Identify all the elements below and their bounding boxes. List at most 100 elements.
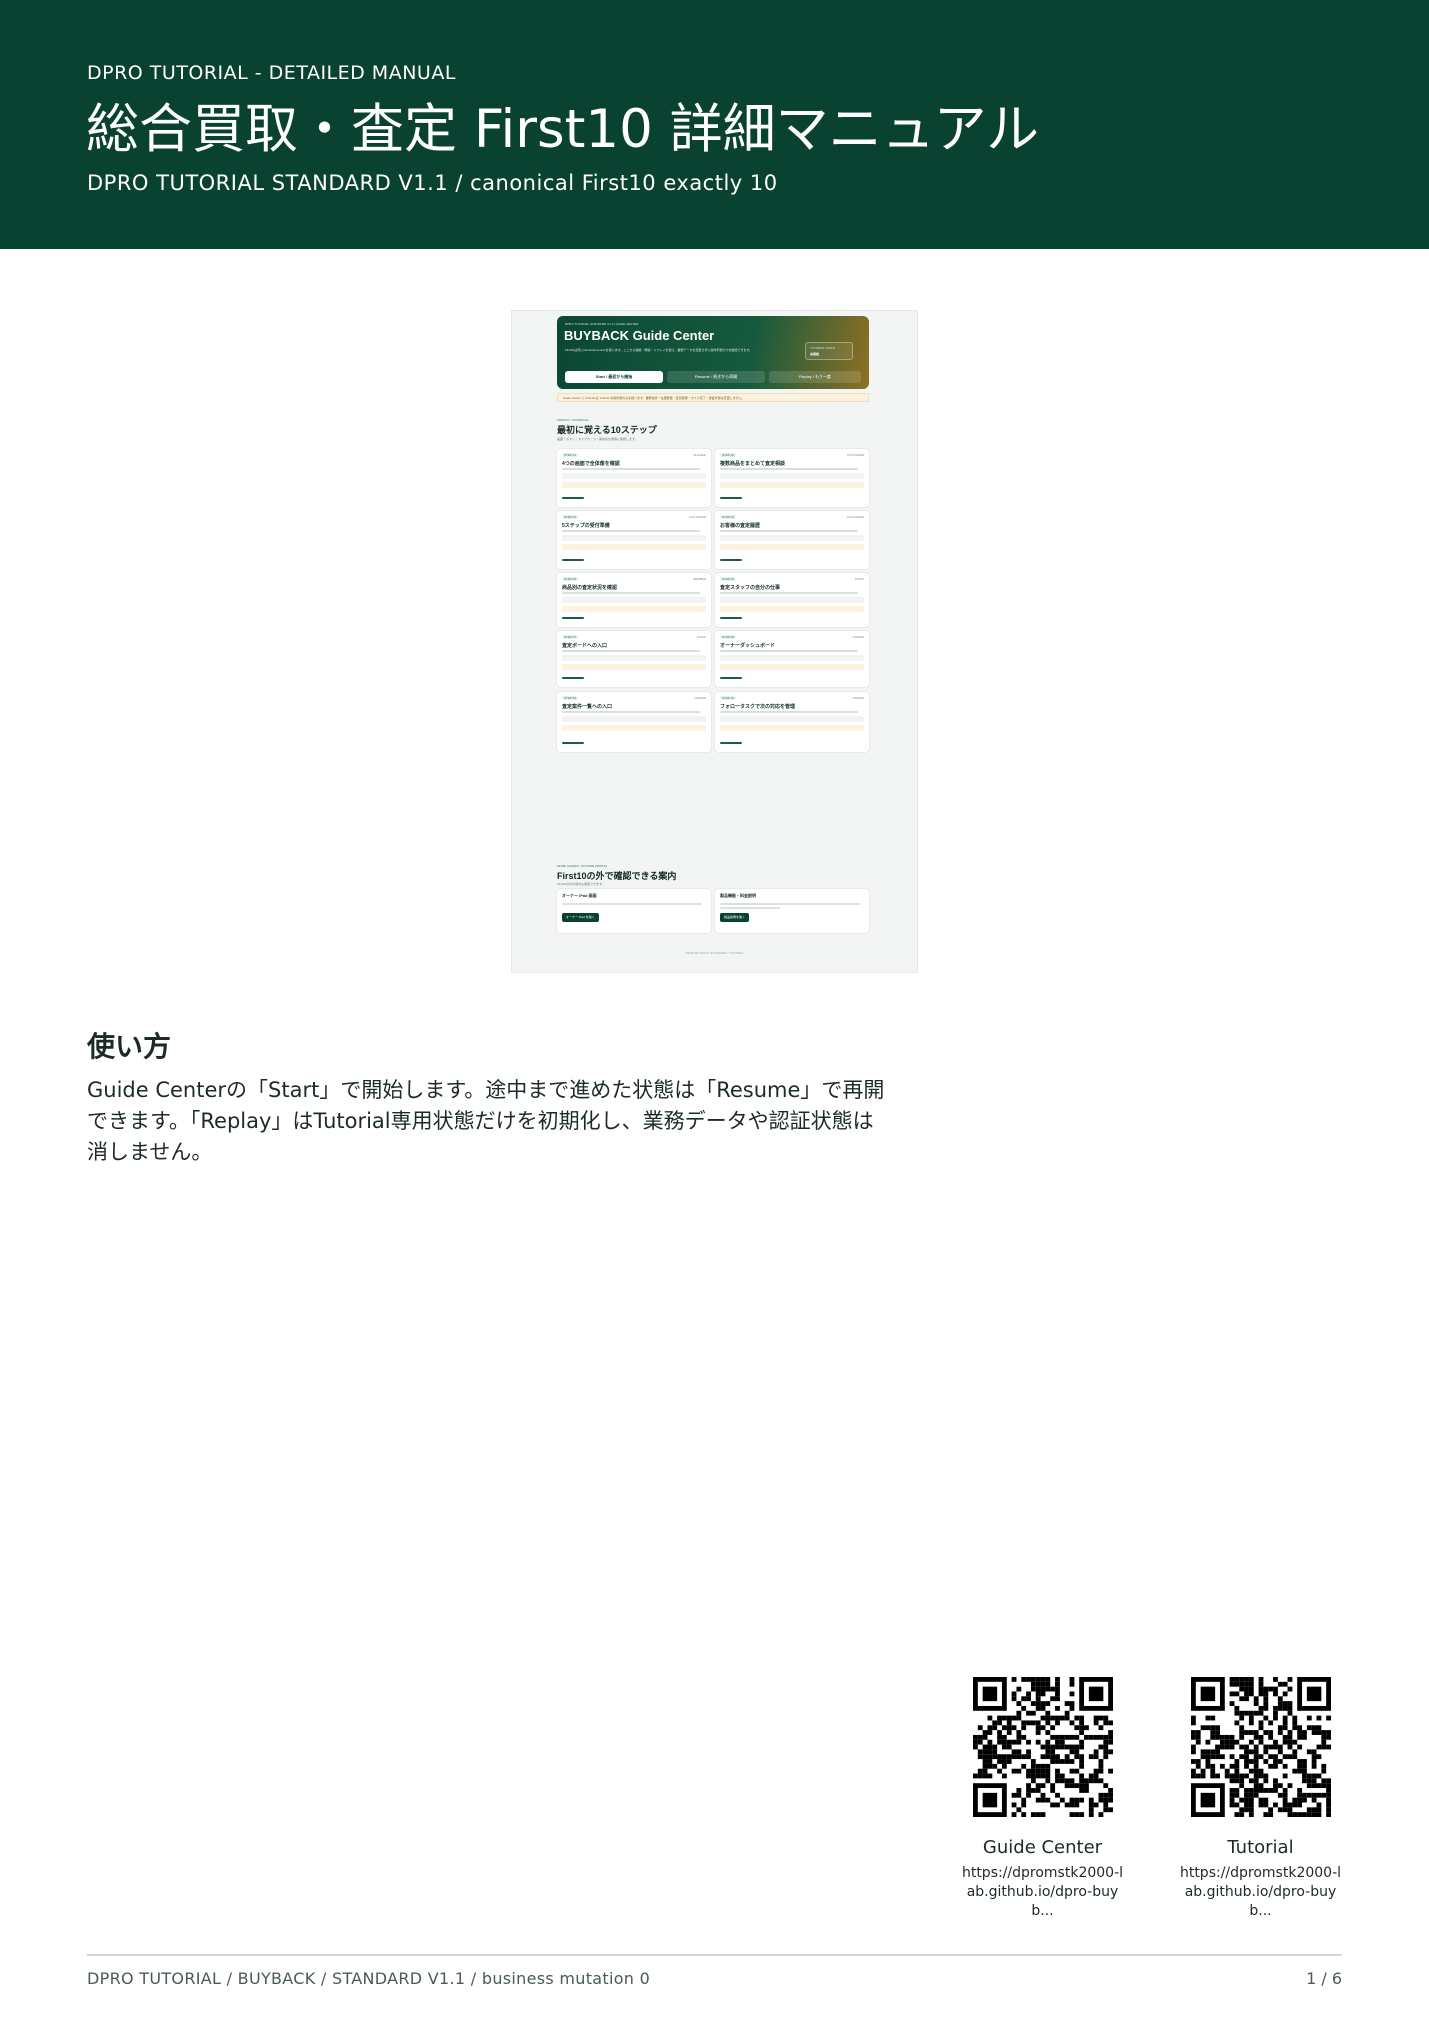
qr-tutorial: Tutorial https://dpromstk2000-lab.github… xyxy=(1178,1677,1343,1921)
step-card: STEP 04 CUSTOMER お客様の査定履歴 xyxy=(715,511,869,569)
step-target-box xyxy=(720,716,864,722)
step-target-box xyxy=(562,473,706,479)
extra-card-text-line xyxy=(720,903,860,905)
step-title: 複数商品をまとめて査定相談 xyxy=(720,461,786,467)
qr-label: Tutorial xyxy=(1227,1837,1294,1858)
steps-subtitle: 画面・ボタン・タスクカード・異常系を順番に確認します。 xyxy=(557,437,638,441)
step-card: STEP 01 SHARED 4つの画面で全体像を確認 xyxy=(557,449,711,507)
step-text-line xyxy=(720,650,858,652)
step-caution-box xyxy=(562,725,706,731)
step-title: 査定ボードへの入口 xyxy=(562,643,608,649)
extra-card-title: 製品機能・料金説明 xyxy=(720,893,756,898)
manual-header: DPRO TUTORIAL - DETAILED MANUAL 総合買取・査定 … xyxy=(0,0,1429,249)
step-caution-box xyxy=(720,725,864,731)
extra-subtitle: First10の外の案内も確認できます。 xyxy=(557,882,605,886)
step-open-link xyxy=(720,677,742,679)
step-open-link xyxy=(562,559,584,561)
step-text-line xyxy=(720,468,858,470)
step-tag: STEP 07 xyxy=(562,635,578,639)
step-card: STEP 07 STAFF 査定ボードへの入口 xyxy=(557,631,711,687)
step-title: 査定案件一覧への入口 xyxy=(562,704,613,710)
step-role: STAFF xyxy=(696,635,706,639)
step-text-line xyxy=(720,592,858,594)
step-open-link xyxy=(562,497,584,499)
step-text-line xyxy=(562,530,700,532)
step-text-line xyxy=(720,711,858,713)
screenshot-status-box: TUTORIAL STATE 未開始 xyxy=(805,342,853,360)
step-card: STEP 09 OWNER 査定案件一覧への入口 xyxy=(557,692,711,752)
qr-label: Guide Center xyxy=(982,1837,1103,1858)
qr-code-icon xyxy=(972,1677,1113,1817)
step-text-line xyxy=(562,711,700,713)
step-open-link xyxy=(562,617,584,619)
extra-card-title: オーナー iPad 画面 xyxy=(562,893,597,898)
step-card: STEP 03 CUSTOMER 5ステップの受付準備 xyxy=(557,511,711,569)
step-tag: STEP 09 xyxy=(562,696,578,700)
screenshot-status-value: 未開始 xyxy=(810,352,820,356)
footer-text: DPRO TUTORIAL / BUYBACK / STANDARD V1.1 … xyxy=(87,1969,651,1988)
step-open-link xyxy=(720,617,742,619)
step-caution-box xyxy=(720,544,864,550)
step-card: STEP 06 STAFF 査定スタッフの自分の仕事 xyxy=(715,573,869,627)
qr-guide-center: Guide Center https://dpromstk2000-lab.gi… xyxy=(960,1677,1125,1921)
step-role: CUSTOMER xyxy=(688,515,706,519)
step-card: STEP 08 OWNER オーナーダッシュボード xyxy=(715,631,869,687)
step-role: CUSTOMER xyxy=(846,453,864,457)
step-target-box xyxy=(720,655,864,661)
step-open-link xyxy=(720,742,742,744)
step-tag: STEP 08 xyxy=(720,635,736,639)
step-target-box xyxy=(562,535,706,541)
step-open-link xyxy=(562,677,584,679)
step-title: 4つの画面で全体像を確認 xyxy=(562,461,620,467)
step-text-line xyxy=(562,468,700,470)
step-caution-box xyxy=(562,544,706,550)
howto-body: Guide Centerの「Start」で開始します。途中まで進めた状態は「Re… xyxy=(87,1078,885,1164)
step-text-line xyxy=(562,650,700,652)
screenshot-status-label: TUTORIAL STATE xyxy=(810,346,835,350)
header-kicker: DPRO TUTORIAL - DETAILED MANUAL xyxy=(87,62,456,84)
step-text-line xyxy=(562,592,700,594)
step-role: OWNER xyxy=(694,696,707,700)
step-target-box xyxy=(562,655,706,661)
qr-url: https://dpromstk2000-lab.github.io/dpro-… xyxy=(1179,1865,1342,1919)
manual-title: 総合買取・査定 First10 詳細マニュアル xyxy=(86,99,1040,160)
extra-card-owner-ipad: オーナー iPad 画面 オーナー iPad を開く xyxy=(557,889,711,933)
extra-card-text-line xyxy=(562,903,702,905)
step-card: STEP 10 OWNER フォロータスクで次の対応を管理 xyxy=(715,692,869,752)
screenshot-replay-button: Replay / もう一度 xyxy=(769,371,861,383)
step-role: STAFF xyxy=(854,577,864,581)
step-tag: STEP 04 xyxy=(720,515,736,519)
step-target-box xyxy=(562,597,706,603)
extra-eyebrow: MORE GUIDES / OUTSIDE FIRST10 xyxy=(557,864,608,868)
extra-card-button: オーナー iPad を開く xyxy=(562,913,599,922)
step-role: OWNER xyxy=(852,696,865,700)
step-role: SHARED xyxy=(693,453,706,457)
footer-divider xyxy=(87,1954,1342,1956)
steps-title: 最初に覚える10ステップ xyxy=(557,425,657,435)
extra-card-button: 製品説明を開く xyxy=(720,913,750,922)
step-card: STEP 02 CUSTOMER 複数商品をまとめて査定相談 xyxy=(715,449,869,507)
screenshot-app-title: BUYBACK Guide Center xyxy=(564,328,715,343)
step-open-link xyxy=(720,497,742,499)
step-title: お客様の査定履歴 xyxy=(720,523,761,529)
step-target-box xyxy=(720,473,864,479)
qr-url: https://dpromstk2000-lab.github.io/dpro-… xyxy=(961,1865,1124,1919)
page-number: 1 / 6 xyxy=(1306,1969,1342,1988)
step-title: オーナーダッシュボード xyxy=(720,643,776,649)
step-open-link xyxy=(562,742,584,744)
step-title: 商品別の査定状況を確認 xyxy=(562,585,618,591)
step-text-line xyxy=(720,530,858,532)
screenshot-description: First10は同じcanonical sourceを使います。ここから開始・再… xyxy=(565,348,753,352)
step-role: OWNER xyxy=(852,635,865,639)
screenshot-start-button: Start / 最初から開始 xyxy=(565,371,663,383)
step-card: STEP 05 MEMBER 商品別の査定状況を確認 xyxy=(557,573,711,627)
screenshot-notice: Guide Center と First10 は Tutorial 専用状態のみ… xyxy=(557,393,869,402)
extra-card-product: 製品機能・料金説明 製品説明を開く xyxy=(715,889,869,933)
screenshot-footer: DPRO BUYBACK STANDARD / TUTORIAL xyxy=(685,951,744,955)
step-caution-box xyxy=(720,482,864,488)
step-open-link xyxy=(720,559,742,561)
steps-eyebrow: FIRST10 / CANONICAL xyxy=(557,418,590,422)
step-role: CUSTOMER xyxy=(846,515,864,519)
step-tag: STEP 03 xyxy=(562,515,578,519)
step-target-box xyxy=(720,535,864,541)
